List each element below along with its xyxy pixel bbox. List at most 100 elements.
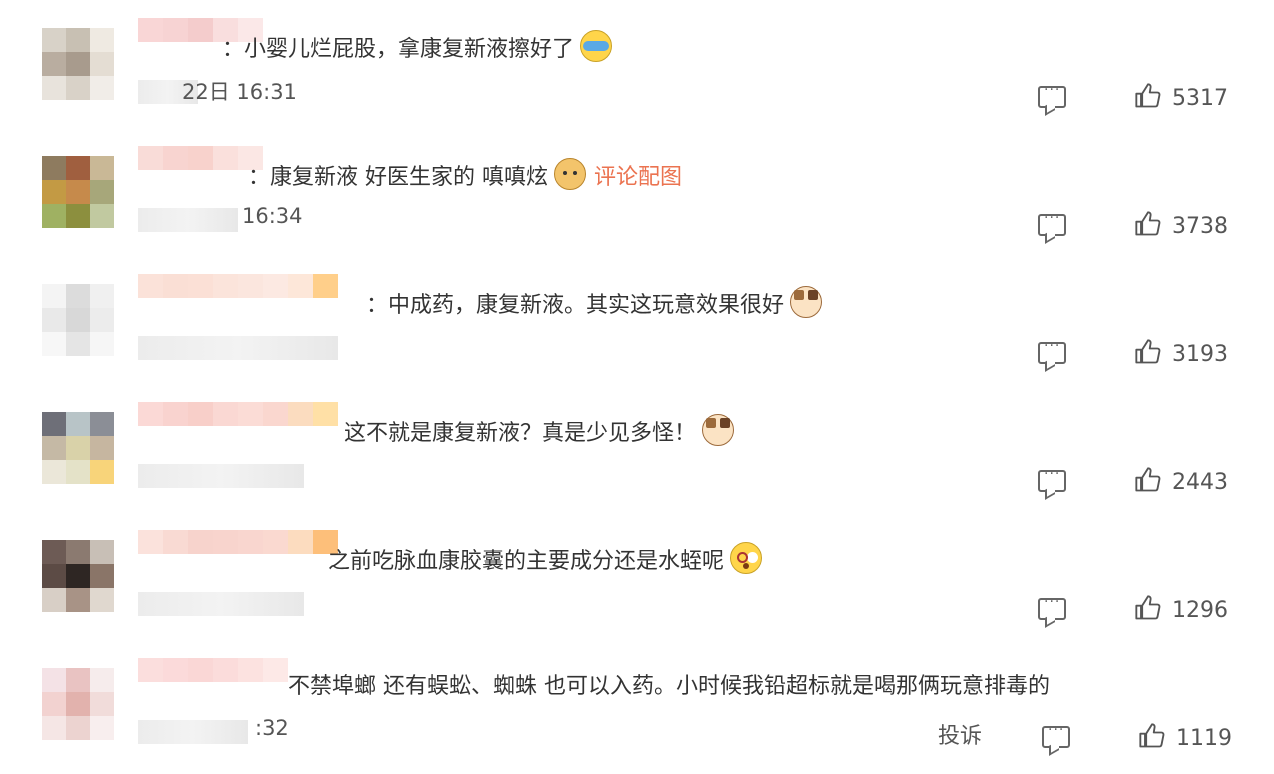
avatar-mosaic-cell	[42, 52, 66, 76]
username-mosaic-cell	[213, 658, 238, 682]
avatar-mosaic-cell	[66, 156, 90, 180]
timestamp-blurred	[138, 592, 304, 616]
report-button[interactable]: 投诉	[938, 718, 982, 750]
username-mosaic-cell	[188, 18, 213, 42]
reply-icon[interactable]	[1038, 82, 1066, 108]
like-count: 1119	[1176, 726, 1232, 751]
avatar-mosaic-cell	[66, 180, 90, 204]
timestamp-blurred	[138, 208, 238, 232]
comment-timestamp: 16:34	[242, 204, 303, 228]
thumbs-up-icon	[1135, 339, 1161, 364]
avatar-mosaic-cell	[42, 28, 66, 52]
username-mosaic-cell	[288, 530, 313, 554]
avatar-mosaic-cell	[66, 436, 90, 460]
avatar-mosaic-cell	[90, 332, 114, 356]
avatar-mosaic-cell	[42, 180, 66, 204]
avatar[interactable]	[42, 668, 114, 740]
avatar-mosaic-cell	[90, 76, 114, 100]
like-button[interactable]: 5317	[1134, 82, 1228, 111]
avatar-mosaic-cell	[90, 156, 114, 180]
comment-text-content: ：小婴儿烂屁股，拿康复新液擦好了	[222, 37, 575, 62]
timestamp-blurred	[138, 464, 304, 488]
avatar-mosaic-cell	[42, 284, 66, 308]
username-mosaic-cell	[213, 274, 238, 298]
like-button[interactable]: 3193	[1134, 338, 1228, 367]
avatar-mosaic-cell	[42, 412, 66, 436]
comment-text: 不禁埠螂 还有蜈蚣、蜘蛛 也可以入药。小时候我铅超标就是喝那俩玩意排毒的	[288, 670, 1050, 704]
reply-icon[interactable]	[1038, 338, 1066, 364]
username-mosaic-cell	[163, 146, 188, 170]
avatar-mosaic-cell	[66, 540, 90, 564]
avatar-mosaic-cell	[90, 308, 114, 332]
reply-icon[interactable]	[1042, 722, 1070, 748]
comment-text-content: 之前吃脉血康胶囊的主要成分还是水蛭呢	[328, 549, 725, 574]
like-button[interactable]: 3738	[1134, 210, 1228, 239]
avatar-mosaic-cell	[42, 308, 66, 332]
avatar-mosaic-cell	[42, 564, 66, 588]
username-mosaic-cell	[138, 530, 163, 554]
like-count: 5317	[1172, 86, 1228, 111]
cat-emoji-icon	[702, 414, 735, 446]
comment-image-link[interactable]: 评论配图	[594, 165, 682, 190]
avatar-mosaic-cell	[42, 156, 66, 180]
avatar-mosaic-cell	[66, 460, 90, 484]
avatar-mosaic-cell	[90, 284, 114, 308]
avatar-mosaic-cell	[66, 332, 90, 356]
like-button[interactable]: 1296	[1134, 594, 1228, 623]
avatar-mosaic-cell	[66, 284, 90, 308]
avatar-mosaic-cell	[42, 668, 66, 692]
username-mosaic-cell	[238, 274, 263, 298]
avatar[interactable]	[42, 540, 114, 612]
reply-icon[interactable]	[1038, 466, 1066, 492]
username-mosaic-cell	[288, 402, 313, 426]
like-button[interactable]: 2443	[1134, 466, 1228, 495]
comment-item: ：康复新液 好医生家的 嗔嗔炫 评论配图 16:34 3738	[0, 128, 1274, 256]
like-count: 2443	[1172, 470, 1228, 495]
avatar-mosaic-cell	[90, 668, 114, 692]
timestamp-blurred	[138, 720, 248, 744]
avatar-mosaic-cell	[66, 52, 90, 76]
avatar[interactable]	[42, 156, 114, 228]
comment-item: 不禁埠螂 还有蜈蚣、蜘蛛 也可以入药。小时候我铅超标就是喝那俩玩意排毒的 :32 1…	[0, 640, 1274, 768]
username-mosaic-cell	[138, 402, 163, 426]
username-mosaic-cell	[213, 146, 238, 170]
comment-text: ：小婴儿烂屁股，拿康复新液擦好了	[222, 30, 613, 67]
avatar-mosaic-cell	[42, 76, 66, 100]
avatar-mosaic-cell	[66, 76, 90, 100]
avatar-mosaic-cell	[90, 692, 114, 716]
comment-item: ：中成药，康复新液。其实这玩意效果很好 3193	[0, 256, 1274, 384]
avatar[interactable]	[42, 412, 114, 484]
avatar-mosaic-cell	[90, 28, 114, 52]
thumbs-up-icon	[1135, 211, 1161, 236]
reply-icon[interactable]	[1038, 594, 1066, 620]
username-mosaic-cell	[138, 146, 163, 170]
username-mosaic-cell	[313, 402, 338, 426]
username-mosaic-cell	[163, 274, 188, 298]
username-mosaic-cell	[188, 146, 213, 170]
avatar-mosaic-cell	[66, 716, 90, 740]
like-button[interactable]: 1119	[1138, 722, 1232, 751]
thumbs-up-icon	[1135, 83, 1161, 108]
comment-text: ：康复新液 好医生家的 嗔嗔炫 评论配图	[248, 158, 682, 195]
avatar-mosaic-cell	[66, 564, 90, 588]
avatar[interactable]	[42, 28, 114, 100]
username-mosaic-cell	[188, 530, 213, 554]
username-mosaic-cell	[263, 274, 288, 298]
username-mosaic-cell	[263, 530, 288, 554]
avatar-mosaic-cell	[42, 436, 66, 460]
username-mosaic-cell	[138, 274, 163, 298]
comment-item: 这不就是康复新液？真是少见多怪！ 2443	[0, 384, 1274, 512]
avatar-mosaic-cell	[90, 412, 114, 436]
avatar-mosaic-cell	[42, 204, 66, 228]
avatar-mosaic-cell	[90, 540, 114, 564]
comment-item: ：小婴儿烂屁股，拿康复新液擦好了 22日 16:31 5317	[0, 0, 1274, 128]
thumbs-up-icon	[1139, 723, 1165, 748]
username-mosaic-cell	[163, 18, 188, 42]
username-mosaic-cell	[188, 402, 213, 426]
avatar[interactable]	[42, 284, 114, 356]
shock-emoji-icon	[730, 542, 763, 574]
avatar-mosaic-cell	[42, 692, 66, 716]
username-mosaic-cell	[213, 402, 238, 426]
reply-icon[interactable]	[1038, 210, 1066, 236]
comment-timestamp: :32	[255, 716, 289, 740]
